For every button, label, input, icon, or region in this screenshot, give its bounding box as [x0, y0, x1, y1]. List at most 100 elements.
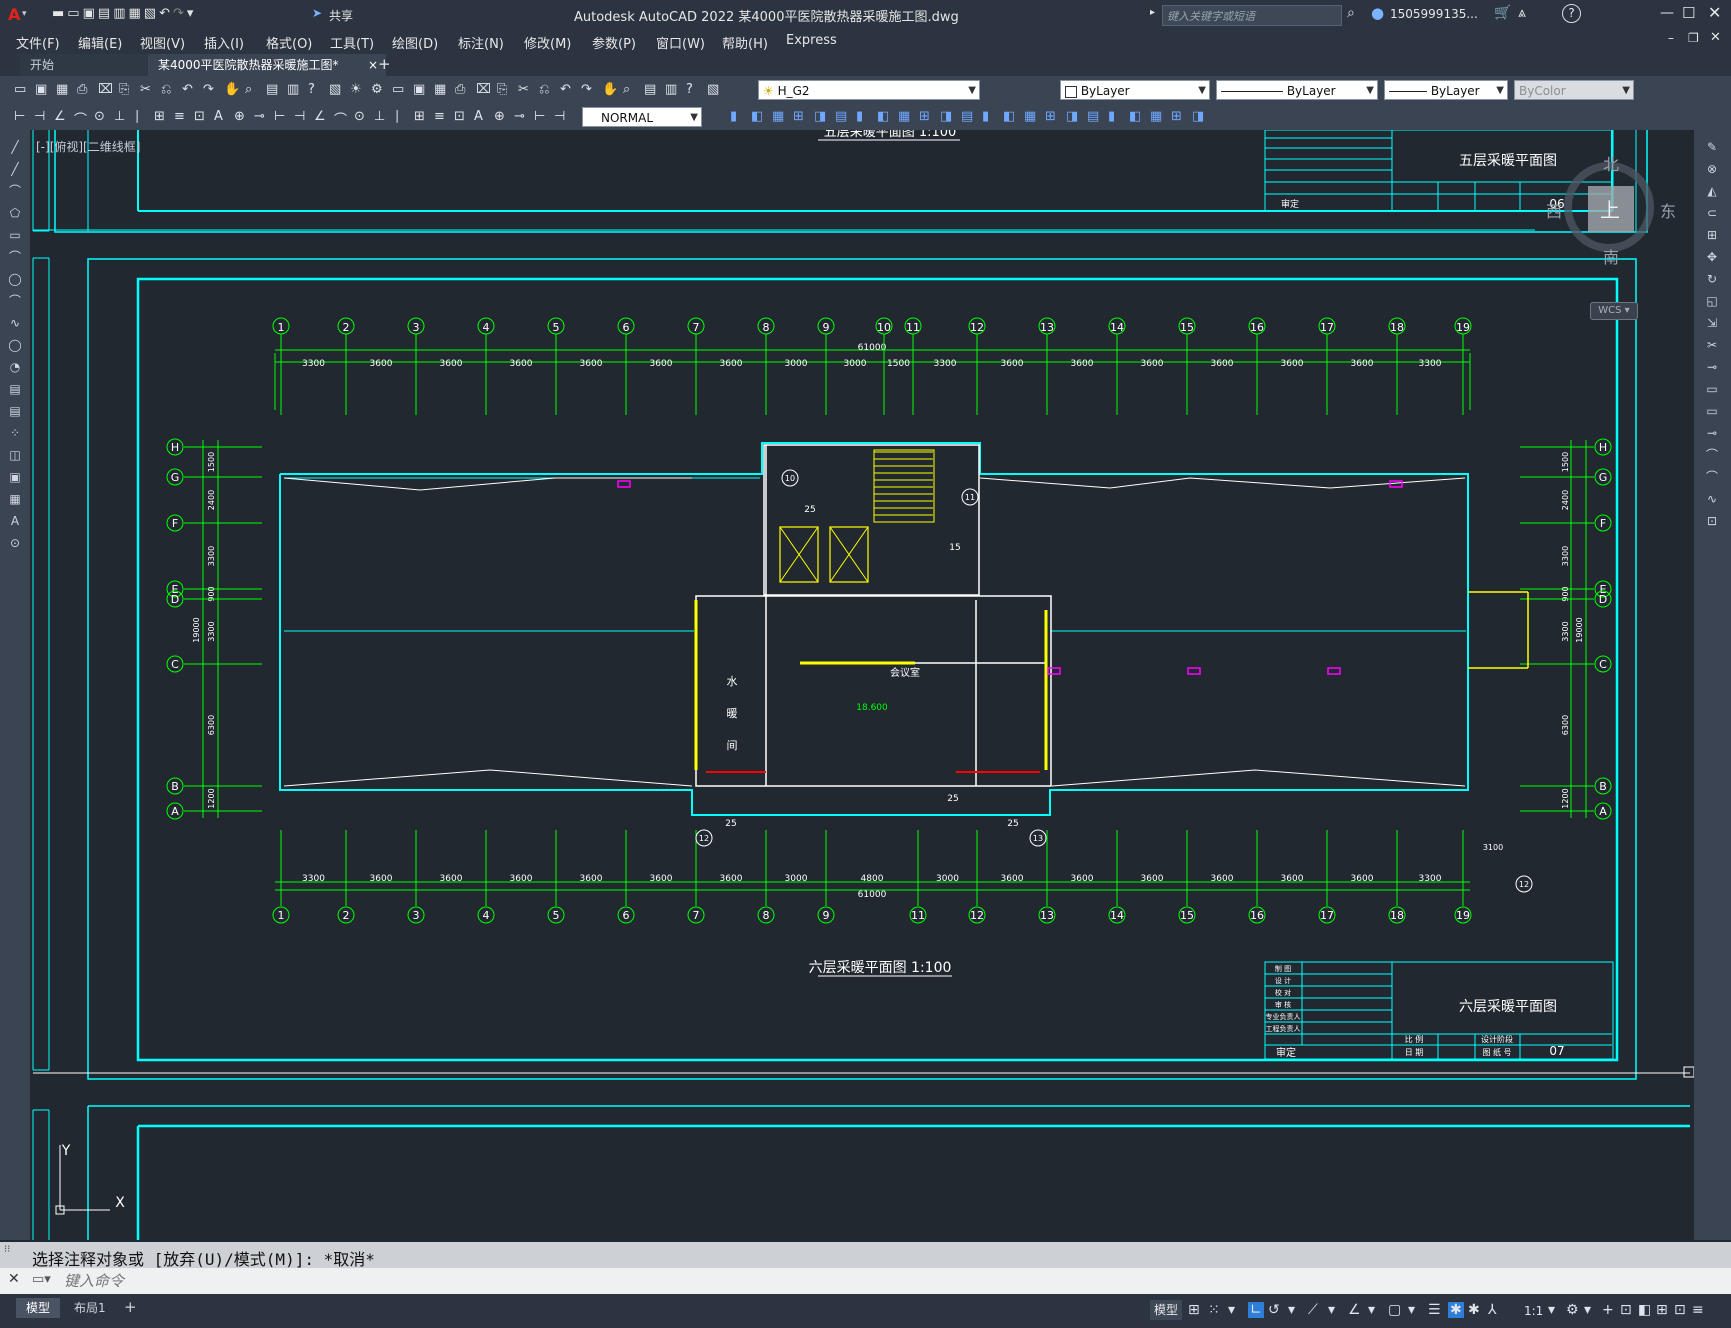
- modify-tool-14-icon[interactable]: ⌒: [1704, 448, 1720, 462]
- tb1-tool-7-icon[interactable]: ⎌: [161, 82, 171, 97]
- tb1-tool-27-icon[interactable]: ↷: [581, 82, 592, 97]
- modify-tool-11-icon[interactable]: ▭: [1704, 382, 1720, 396]
- status-toggle-3-icon[interactable]: ∟: [1248, 1302, 1264, 1318]
- autocad-logo-icon[interactable]: A: [8, 5, 20, 24]
- viewcube-west[interactable]: 西: [1546, 198, 1562, 222]
- tb1-tool-20-icon[interactable]: ▦: [434, 82, 446, 97]
- tb2-tool-12-icon[interactable]: ⊸: [254, 109, 265, 124]
- tb1-tool-14-icon[interactable]: ?: [308, 82, 315, 97]
- menu-item-1[interactable]: 编辑(E): [78, 33, 140, 52]
- viewport-controls-label[interactable]: [-][俯视][二维线框]: [36, 138, 140, 155]
- draw-tool-0-icon[interactable]: ╱: [7, 140, 23, 154]
- tb1-tool-26-icon[interactable]: ↶: [560, 82, 571, 97]
- tb1-tool-25-icon[interactable]: ⎌: [539, 82, 549, 97]
- tb2-dim-5-icon[interactable]: ▤: [835, 109, 847, 124]
- tab-document[interactable]: 某4000平医院散热器采暖施工图* ×: [148, 54, 386, 76]
- tb2-dim-20-icon[interactable]: ▦: [1150, 109, 1162, 124]
- tb2-tool-10-icon[interactable]: A: [214, 109, 223, 124]
- tb2-dim-15-icon[interactable]: ⊞: [1045, 109, 1056, 124]
- tb2-tool-13-icon[interactable]: ⊢: [274, 109, 285, 124]
- new-file-icon[interactable]: ▬: [52, 6, 64, 21]
- tb2-tool-8-icon[interactable]: ≡: [174, 109, 185, 124]
- tb2-dim-17-icon[interactable]: ▤: [1087, 109, 1099, 124]
- tb2-tool-3-icon[interactable]: ⌒: [74, 109, 87, 128]
- share-button[interactable]: 共享: [329, 7, 353, 24]
- tb2-dim-2-icon[interactable]: ▦: [772, 109, 784, 124]
- status-toggle-9-icon[interactable]: ▾: [1368, 1302, 1375, 1318]
- model-space-button[interactable]: 模型: [1150, 1300, 1183, 1320]
- tb2-tool-20-icon[interactable]: ⊞: [414, 109, 425, 124]
- tab-model[interactable]: 模型: [16, 1298, 61, 1318]
- draw-tool-17-icon[interactable]: A: [7, 514, 23, 528]
- app-menu-dropdown-icon[interactable]: ▾: [22, 9, 27, 19]
- draw-tool-4-icon[interactable]: ▭: [7, 228, 23, 242]
- command-grip-icon[interactable]: ⁝⁝: [4, 1244, 10, 1255]
- modify-tool-2-icon[interactable]: ◭: [1704, 184, 1720, 198]
- open-web-icon[interactable]: ▥: [113, 6, 125, 21]
- status-extra-3-icon[interactable]: +: [1602, 1302, 1614, 1318]
- tb2-dim-4-icon[interactable]: ◨: [814, 109, 826, 124]
- tb2-dim-10-icon[interactable]: ◨: [940, 109, 952, 124]
- cart-icon[interactable]: 🛒: [1494, 5, 1511, 21]
- help-icon[interactable]: ?: [1562, 4, 1581, 23]
- plot-icon[interactable]: ▧: [144, 6, 156, 21]
- tb2-dim-18-icon[interactable]: ▮: [1108, 109, 1115, 124]
- status-extra-4-icon[interactable]: ⊡: [1620, 1302, 1632, 1318]
- tb1-tool-31-icon[interactable]: ▥: [665, 82, 677, 97]
- tb1-tool-5-icon[interactable]: ⎘: [119, 82, 129, 97]
- linetype-dropdown[interactable]: ByLayer ▼: [1216, 80, 1378, 100]
- draw-tool-7-icon[interactable]: ⌒: [7, 294, 23, 308]
- lineweight-dropdown[interactable]: ByLayer ▼: [1384, 80, 1508, 100]
- status-toggle-0-icon[interactable]: ⊞: [1188, 1302, 1200, 1318]
- command-customize-icon[interactable]: ✕: [8, 1271, 20, 1287]
- tb1-tool-13-icon[interactable]: ▥: [287, 82, 299, 97]
- autodesk-app-icon[interactable]: ⩓: [1518, 5, 1526, 21]
- open-file-icon[interactable]: ▭: [67, 6, 79, 21]
- color-dropdown[interactable]: ByLayer ▼: [1060, 80, 1210, 100]
- tb2-tool-14-icon[interactable]: ⊣: [294, 109, 305, 124]
- status-extra-1-icon[interactable]: ⚙: [1566, 1302, 1579, 1318]
- menu-item-4[interactable]: 格式(O): [266, 33, 330, 52]
- doc-close-icon[interactable]: ✕: [1710, 30, 1721, 45]
- draw-tool-16-icon[interactable]: ▦: [7, 492, 23, 506]
- draw-tool-5-icon[interactable]: ⌒: [7, 250, 23, 264]
- tb1-tool-29-icon[interactable]: ⌕: [623, 82, 630, 97]
- modify-tool-0-icon[interactable]: ✎: [1704, 140, 1720, 154]
- status-toggle-5-icon[interactable]: ▾: [1288, 1302, 1295, 1318]
- tb1-tool-32-icon[interactable]: ?: [686, 82, 693, 97]
- menu-item-11[interactable]: 帮助(H): [722, 33, 786, 52]
- status-toggle-1-icon[interactable]: ⁙: [1208, 1302, 1220, 1318]
- annotation-scale[interactable]: 1:1: [1524, 1304, 1543, 1318]
- tab-layout1[interactable]: 布局1: [64, 1298, 116, 1318]
- redo-icon[interactable]: ↷: [173, 6, 184, 21]
- tb1-tool-4-icon[interactable]: ⌧: [98, 82, 113, 97]
- modify-tool-4-icon[interactable]: ⊞: [1704, 228, 1720, 242]
- tb2-dim-12-icon[interactable]: ▮: [982, 109, 989, 124]
- add-layout-icon[interactable]: +: [124, 1298, 137, 1316]
- plotstyle-dropdown[interactable]: ByColor ▼: [1514, 80, 1634, 100]
- modify-tool-8-icon[interactable]: ⇲: [1704, 316, 1720, 330]
- tb1-tool-15-icon[interactable]: ▧: [329, 82, 341, 97]
- tb2-tool-16-icon[interactable]: ⌒: [334, 109, 347, 128]
- tb2-dim-7-icon[interactable]: ◧: [877, 109, 889, 124]
- modify-tool-3-icon[interactable]: ⊂: [1704, 206, 1720, 220]
- tb2-tool-1-icon[interactable]: ⊣: [34, 109, 45, 124]
- draw-tool-15-icon[interactable]: ▣: [7, 470, 23, 484]
- tb2-tool-19-icon[interactable]: ∣: [394, 109, 401, 124]
- tb2-tool-18-icon[interactable]: ⊥: [374, 109, 385, 124]
- status-extra-0-icon[interactable]: ▾: [1548, 1302, 1555, 1318]
- viewcube-south[interactable]: 南: [1603, 244, 1619, 268]
- modify-tool-17-icon[interactable]: ⊡: [1704, 514, 1720, 528]
- menu-item-12[interactable]: Express: [786, 33, 846, 52]
- tb2-dim-11-icon[interactable]: ▤: [961, 109, 973, 124]
- tb2-tool-22-icon[interactable]: ⊡: [454, 109, 465, 124]
- tb2-dim-1-icon[interactable]: ◧: [751, 109, 763, 124]
- tb1-tool-28-icon[interactable]: ✋: [602, 82, 618, 97]
- tb2-tool-27-icon[interactable]: ⊣: [554, 109, 565, 124]
- tb2-tool-23-icon[interactable]: A: [474, 109, 483, 124]
- tab-start[interactable]: 开始: [20, 54, 162, 76]
- close-window-icon[interactable]: ✕: [1708, 3, 1721, 22]
- command-input[interactable]: [62, 1270, 1726, 1292]
- status-toggle-8-icon[interactable]: ∠: [1348, 1302, 1361, 1318]
- save-web-icon[interactable]: ▦: [128, 6, 140, 21]
